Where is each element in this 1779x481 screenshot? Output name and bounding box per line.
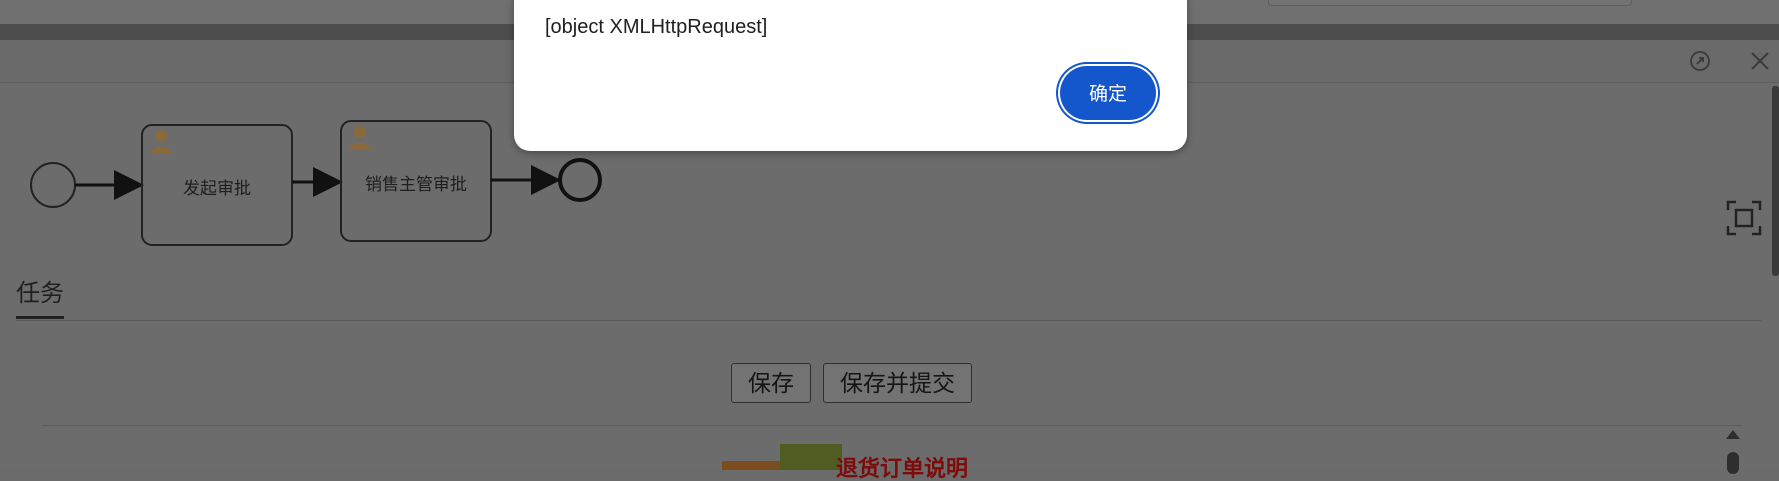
task-label-sales-manager: 销售主管审批 [365, 175, 467, 195]
save-and-submit-button[interactable]: 保存并提交 [823, 363, 972, 403]
user-icon [348, 126, 372, 149]
task-label-initiate: 发起审批 [183, 179, 251, 199]
fit-viewport-icon[interactable] [1726, 200, 1762, 236]
form-scrollbar-thumb[interactable] [1727, 452, 1739, 474]
alert-dialog: [object XMLHttpRequest] 确定 [514, 0, 1187, 151]
user-icon [149, 130, 173, 153]
top-input-field[interactable] [1268, 0, 1632, 6]
end-event[interactable] [558, 158, 602, 202]
form-divider [42, 425, 1742, 426]
logo-block-orange [722, 461, 782, 470]
ok-button[interactable]: 确定 [1060, 66, 1156, 120]
restore-icon[interactable] [1688, 49, 1712, 73]
close-icon[interactable] [1748, 49, 1772, 73]
save-button[interactable]: 保存 [731, 363, 811, 403]
diagram-scrollbar[interactable] [1772, 86, 1779, 276]
tab-task[interactable]: 任务 [16, 273, 64, 319]
start-event[interactable] [30, 162, 76, 208]
tab-divider [16, 320, 1761, 321]
alert-message: [object XMLHttpRequest] [545, 16, 768, 38]
scroll-up-arrow-icon[interactable] [1726, 430, 1740, 439]
logo-block-olive [780, 444, 842, 470]
form-section-title: 退货订单说明 [836, 456, 969, 481]
tab-bar: 任务 [16, 273, 64, 319]
